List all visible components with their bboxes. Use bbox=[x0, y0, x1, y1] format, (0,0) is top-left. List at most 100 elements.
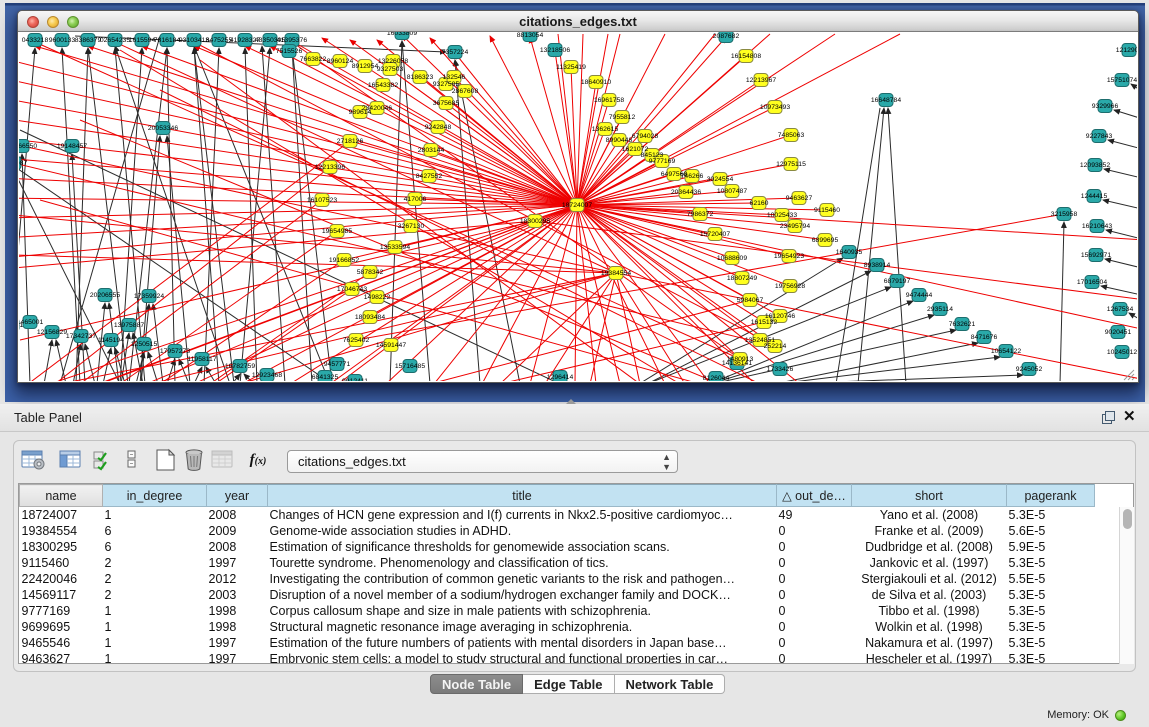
svg-text:1145194: 1145194 bbox=[98, 337, 124, 344]
svg-text:1498222: 1498222 bbox=[364, 294, 391, 301]
svg-text:9600133: 9600133 bbox=[49, 37, 76, 44]
svg-text:9327503: 9327503 bbox=[377, 66, 404, 73]
svg-text:12975115: 12975115 bbox=[776, 161, 806, 168]
svg-text:9242848: 9242848 bbox=[425, 124, 452, 131]
svg-text:8813054: 8813054 bbox=[517, 32, 544, 39]
svg-text:9474444: 9474444 bbox=[906, 292, 933, 299]
svg-text:9457771: 9457771 bbox=[324, 361, 351, 368]
svg-text:3267130: 3267130 bbox=[398, 223, 425, 230]
svg-text:1296414: 1296414 bbox=[547, 374, 574, 381]
svg-text:16961758: 16961758 bbox=[594, 97, 624, 104]
svg-text:18300295: 18300295 bbox=[520, 218, 550, 225]
svg-text:9245052: 9245052 bbox=[1016, 366, 1043, 373]
svg-text:62160: 62160 bbox=[750, 200, 769, 207]
svg-text:10654122: 10654122 bbox=[991, 348, 1021, 355]
svg-text:93103413: 93103413 bbox=[179, 37, 209, 44]
svg-text:19148457: 19148457 bbox=[57, 143, 87, 150]
svg-text:11325419: 11325419 bbox=[556, 64, 586, 71]
svg-text:20053346: 20053346 bbox=[148, 125, 178, 132]
svg-text:8126044: 8126044 bbox=[703, 375, 730, 381]
svg-text:7357224: 7357224 bbox=[442, 49, 469, 56]
svg-text:1244415: 1244415 bbox=[1081, 193, 1108, 200]
svg-text:20364436: 20364436 bbox=[671, 189, 701, 196]
svg-text:16210643: 16210643 bbox=[1082, 223, 1112, 230]
svg-text:252214: 252214 bbox=[764, 343, 787, 350]
svg-text:12213396: 12213396 bbox=[315, 164, 345, 171]
svg-text:746266: 746266 bbox=[681, 173, 704, 180]
svg-text:3024554: 3024554 bbox=[707, 176, 734, 183]
svg-text:6475255: 6475255 bbox=[206, 37, 233, 44]
svg-text:16782759: 16782759 bbox=[225, 363, 255, 370]
svg-text:989614: 989614 bbox=[349, 109, 372, 116]
svg-text:0433218: 0433218 bbox=[22, 37, 49, 44]
svg-text:7955812: 7955812 bbox=[609, 114, 636, 121]
svg-text:8386379: 8386379 bbox=[75, 37, 102, 44]
svg-text:7663822: 7663822 bbox=[300, 56, 327, 63]
svg-text:8960124: 8960124 bbox=[327, 58, 354, 65]
svg-text:10245012: 10245012 bbox=[1107, 349, 1137, 356]
svg-text:132546: 132546 bbox=[443, 74, 466, 81]
svg-text:8938914: 8938914 bbox=[864, 262, 891, 269]
svg-text:8912954: 8912954 bbox=[352, 63, 379, 70]
svg-text:16107523: 16107523 bbox=[307, 197, 337, 204]
svg-text:1267534: 1267534 bbox=[1107, 306, 1134, 313]
svg-text:17016504: 17016504 bbox=[1077, 279, 1107, 286]
svg-text:10973493: 10973493 bbox=[760, 104, 790, 111]
svg-text:5984067: 5984067 bbox=[737, 297, 764, 304]
svg-text:417006: 417006 bbox=[404, 196, 427, 203]
svg-text:9327505: 9327505 bbox=[433, 81, 460, 88]
svg-text:19166852: 19166852 bbox=[329, 257, 359, 264]
svg-text:26266550: 26266550 bbox=[19, 143, 37, 150]
svg-text:17957273: 17957273 bbox=[160, 348, 190, 355]
svg-text:20206555: 20206555 bbox=[90, 292, 120, 299]
svg-text:1480913: 1480913 bbox=[727, 356, 754, 363]
svg-text:7632621: 7632621 bbox=[949, 321, 976, 328]
svg-text:6879197: 6879197 bbox=[884, 278, 911, 285]
svg-text:9020451: 9020451 bbox=[1105, 329, 1132, 336]
svg-text:1362615: 1362615 bbox=[592, 126, 619, 133]
svg-text:6899695: 6899695 bbox=[812, 237, 839, 244]
svg-text:7625402: 7625402 bbox=[343, 337, 370, 344]
svg-text:17342737: 17342737 bbox=[66, 333, 96, 340]
svg-text:7515526: 7515526 bbox=[276, 48, 303, 55]
svg-text:3215958: 3215958 bbox=[1051, 211, 1078, 218]
svg-text:18724007: 18724007 bbox=[562, 202, 592, 209]
svg-text:9463627: 9463627 bbox=[786, 195, 813, 202]
svg-text:6841325: 6841325 bbox=[312, 374, 339, 381]
svg-text:16154808: 16154808 bbox=[731, 53, 761, 60]
svg-text:1465001: 1465001 bbox=[19, 319, 43, 326]
svg-text:8471676: 8471676 bbox=[971, 334, 998, 341]
svg-text:9912411: 9912411 bbox=[342, 378, 368, 381]
svg-text:7485063: 7485063 bbox=[778, 132, 805, 139]
svg-text:41395376: 41395376 bbox=[277, 37, 307, 44]
svg-text:19654923: 19654923 bbox=[774, 253, 804, 260]
svg-text:8186323: 8186323 bbox=[407, 74, 434, 81]
svg-text:1212906: 1212906 bbox=[1116, 47, 1137, 54]
svg-text:19756928: 19756928 bbox=[775, 283, 805, 290]
svg-text:2087682: 2087682 bbox=[713, 33, 740, 40]
svg-text:f(x): f(x) bbox=[250, 452, 267, 468]
svg-text:17359924: 17359924 bbox=[134, 293, 164, 300]
svg-text:12156829: 12156829 bbox=[37, 329, 67, 336]
svg-text:13226058: 13226058 bbox=[378, 58, 408, 65]
svg-text:2718126: 2718126 bbox=[337, 138, 364, 145]
svg-text:15716485: 15716485 bbox=[395, 363, 425, 370]
svg-text:14591447: 14591447 bbox=[376, 342, 406, 349]
svg-text:19384554: 19384554 bbox=[601, 270, 631, 277]
svg-text:1733426: 1733426 bbox=[767, 366, 794, 373]
svg-text:18640910: 18640910 bbox=[581, 79, 611, 86]
svg-text:7816184: 7816184 bbox=[154, 37, 181, 44]
svg-text:16648784: 16648784 bbox=[871, 97, 901, 104]
svg-text:1615132: 1615132 bbox=[751, 319, 778, 326]
svg-text:17046743: 17046743 bbox=[337, 286, 367, 293]
svg-text:18807249: 18807249 bbox=[727, 275, 757, 282]
svg-text:10688609: 10688609 bbox=[717, 255, 747, 262]
svg-text:9227843: 9227843 bbox=[1086, 133, 1113, 140]
svg-text:13218506: 13218506 bbox=[540, 47, 570, 54]
svg-text:23495794: 23495794 bbox=[780, 223, 810, 230]
svg-text:10807487: 10807487 bbox=[717, 188, 747, 195]
svg-text:1250515: 1250515 bbox=[131, 341, 158, 348]
svg-text:2803144: 2803144 bbox=[418, 147, 445, 154]
svg-text:15692971: 15692971 bbox=[1081, 252, 1111, 259]
svg-text:9115460: 9115460 bbox=[814, 207, 840, 214]
